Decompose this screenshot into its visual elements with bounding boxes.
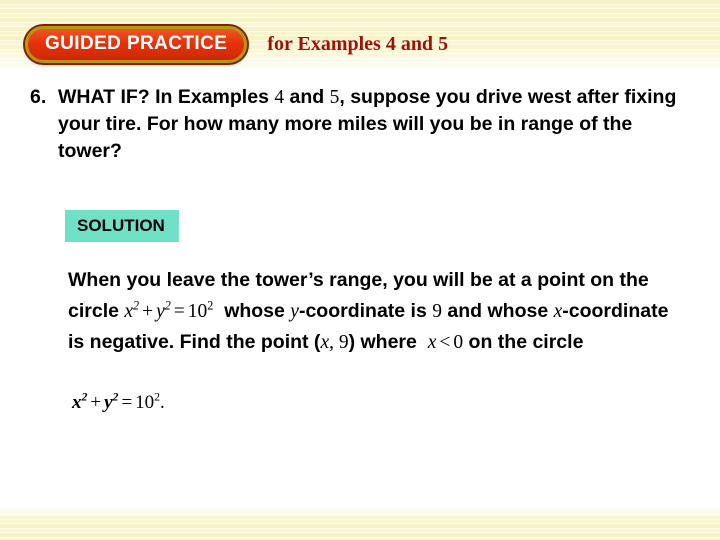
value-nine: 9: [432, 301, 442, 322]
question-example-a: 4: [274, 87, 285, 108]
question-example-b: 5: [329, 87, 340, 108]
final-equation-plus: +: [90, 392, 102, 413]
equation-inline-y-exponent: 2: [164, 298, 171, 313]
equation-inline-ten: 102: [187, 298, 214, 322]
solution-line-2: whose: [224, 300, 285, 322]
equation-inline-plus: +: [142, 301, 154, 322]
equation-inline-x: x2: [124, 298, 140, 322]
slide-canvas: GUIDED PRACTICE for Examples 4 and 5 6. …: [0, 0, 720, 540]
solution-line-3: -coordinate is: [298, 300, 427, 322]
solution-body: When you leave the tower’s range, you wi…: [68, 265, 688, 358]
question-part-1: WHAT IF? In Examples: [58, 86, 269, 108]
header-subtitle-prefix: for Examples: [267, 33, 381, 55]
final-equation: x2 + y2 = 102.: [72, 390, 165, 414]
solution-line-7: on the circle: [468, 331, 584, 353]
point-nine: 9: [338, 332, 349, 353]
coordinate-var-y: y: [290, 301, 299, 322]
final-equation-x: x2: [72, 390, 88, 413]
question-block: 6. WHAT IF? In Examples 4 and 5, suppose…: [30, 84, 690, 165]
header-subtitle-conjunction: and: [400, 33, 434, 55]
inequality-less-than: <: [439, 332, 451, 353]
question-number: 6.: [30, 86, 47, 108]
header: GUIDED PRACTICE for Examples 4 and 5: [22, 24, 448, 65]
final-equation-equals: =: [121, 392, 133, 413]
final-equation-period: .: [160, 392, 165, 413]
equation-inline-ten-exponent: 2: [207, 298, 214, 313]
final-equation-ten: 102: [135, 390, 161, 413]
question-text: WHAT IF? In Examples 4 and 5, suppose yo…: [58, 84, 690, 165]
header-example-b: 5: [438, 33, 449, 55]
final-equation-y: y2: [104, 390, 119, 413]
question-conjunction: and: [289, 86, 325, 108]
solution-label: SOLUTION: [65, 210, 179, 242]
point-comma: ,: [329, 332, 339, 353]
guided-practice-badge: GUIDED PRACTICE: [22, 24, 250, 65]
coordinate-var-x: x: [553, 301, 563, 322]
background-stripes-bottom: [0, 506, 720, 540]
solution-line-6: ) where: [348, 331, 417, 353]
inequality-zero: 0: [453, 332, 464, 353]
point-var-x: x: [320, 332, 330, 353]
solution-line-4: and whose: [447, 300, 549, 322]
equation-inline-equals: =: [173, 301, 185, 322]
header-subtitle: for Examples 4 and 5: [267, 33, 448, 56]
header-example-a: 4: [385, 33, 396, 55]
equation-inline-y: y2: [156, 298, 171, 322]
